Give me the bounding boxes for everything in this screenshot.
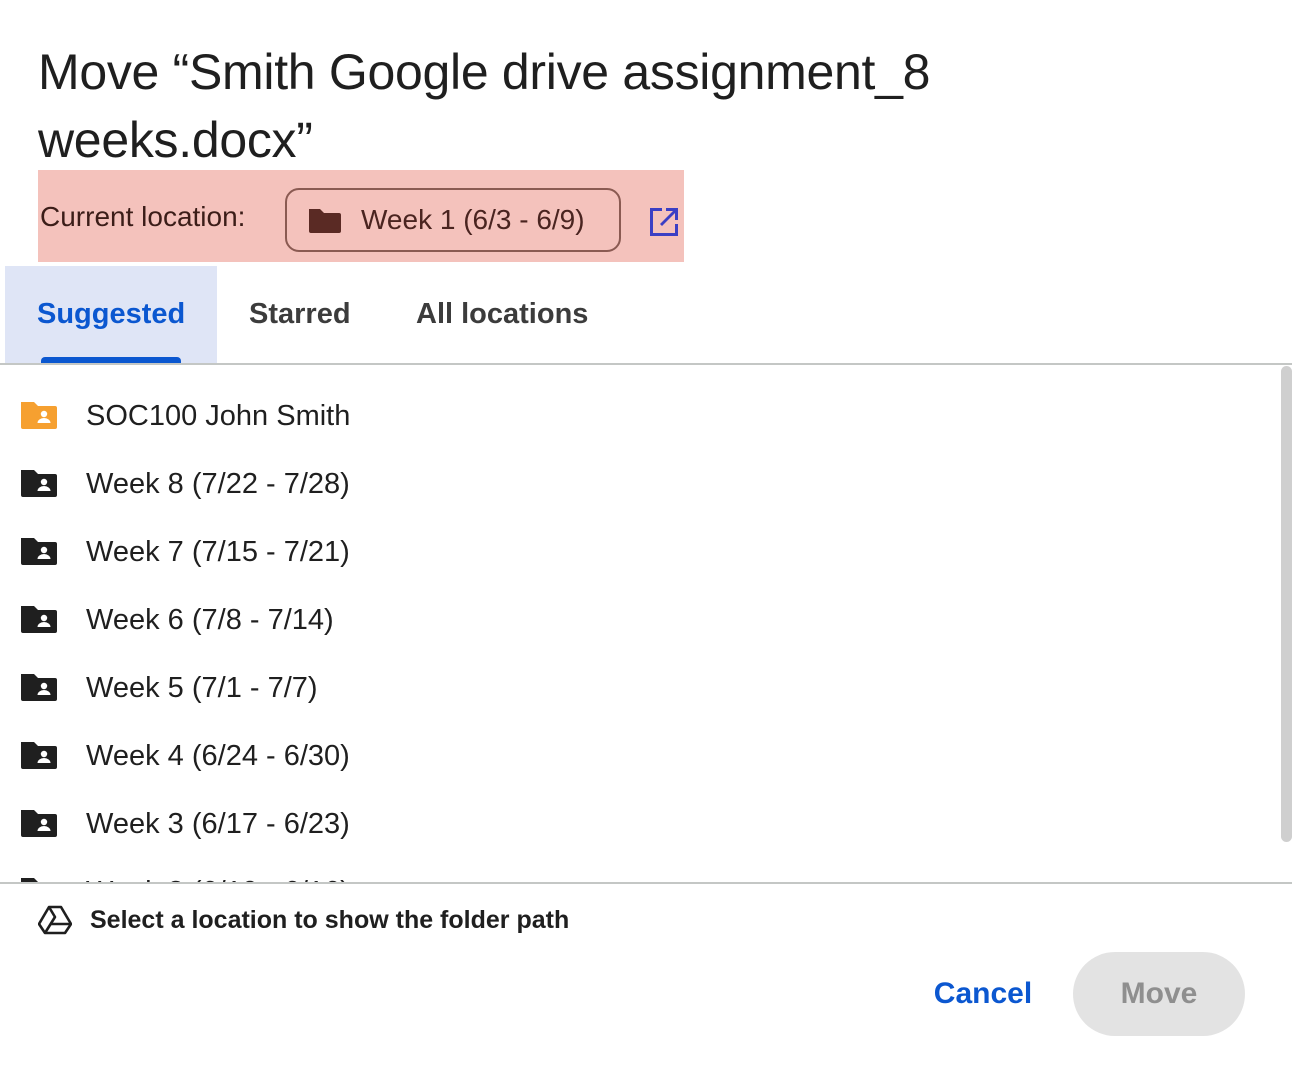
tab-suggested-label: Suggested [37,298,186,330]
list-item[interactable]: Week 7 (7/15 - 7/21) [0,518,1270,586]
shared-folder-icon [21,470,57,497]
folder-list: SOC100 John Smith Week 8 (7/22 - 7/28) W… [0,365,1280,883]
list-item[interactable]: Week 6 (7/8 - 7/14) [0,586,1270,654]
list-item[interactable]: Week 4 (6/24 - 6/30) [0,722,1270,790]
folder-name: Week 8 (7/22 - 7/28) [86,468,350,500]
list-item[interactable]: Week 2 (6/10 - 6/16) [0,858,1270,883]
list-item[interactable]: Week 5 (7/1 - 7/7) [0,654,1270,722]
footer-divider [0,882,1292,884]
dialog-title: Move “Smith Google drive assignment_8 we… [38,44,931,168]
shared-folder-icon [21,606,57,633]
folder-name: Week 4 (6/24 - 6/30) [86,740,350,772]
shared-folder-icon [21,674,57,701]
shared-folder-icon [21,742,57,769]
tab-all-locations[interactable]: All locations [416,266,588,363]
folder-name: Week 6 (7/8 - 7/14) [86,604,334,636]
list-item[interactable]: SOC100 John Smith [0,382,1270,450]
current-location-label: Current location: [40,201,246,232]
location-tabs: Suggested Starred All locations [0,266,1292,364]
tab-suggested[interactable]: Suggested [5,266,217,363]
list-scrollbar[interactable] [1281,366,1292,842]
folder-path-hint-text: Select a location to show the folder pat… [90,905,570,934]
folder-name: Week 7 (7/15 - 7/21) [86,536,350,568]
folder-name: SOC100 John Smith [86,400,351,432]
current-location-folder-name: Week 1 (6/3 - 6/9) [361,204,585,235]
list-item[interactable]: Week 8 (7/22 - 7/28) [0,450,1270,518]
shared-folder-icon [21,538,57,565]
shared-folder-icon [21,402,57,429]
move-button[interactable]: Move [1073,952,1245,1036]
tab-starred[interactable]: Starred [249,266,351,363]
drive-icon [38,905,72,935]
folder-icon [309,209,341,233]
move-dialog: Move “Smith Google drive assignment_8 we… [0,0,1292,1076]
folder-name: Week 3 (6/17 - 6/23) [86,808,350,840]
folder-path-hint: Select a location to show the folder pat… [38,902,569,938]
shared-folder-icon [21,810,57,837]
list-item[interactable]: Week 3 (6/17 - 6/23) [0,790,1270,858]
cancel-button[interactable]: Cancel [910,954,1056,1034]
folder-name: Week 5 (7/1 - 7/7) [86,672,318,704]
current-location-bar: Current location: Week 1 (6/3 - 6/9) [38,170,684,262]
current-location-chip[interactable]: Week 1 (6/3 - 6/9) [285,188,621,252]
open-in-new-icon[interactable] [646,204,682,240]
